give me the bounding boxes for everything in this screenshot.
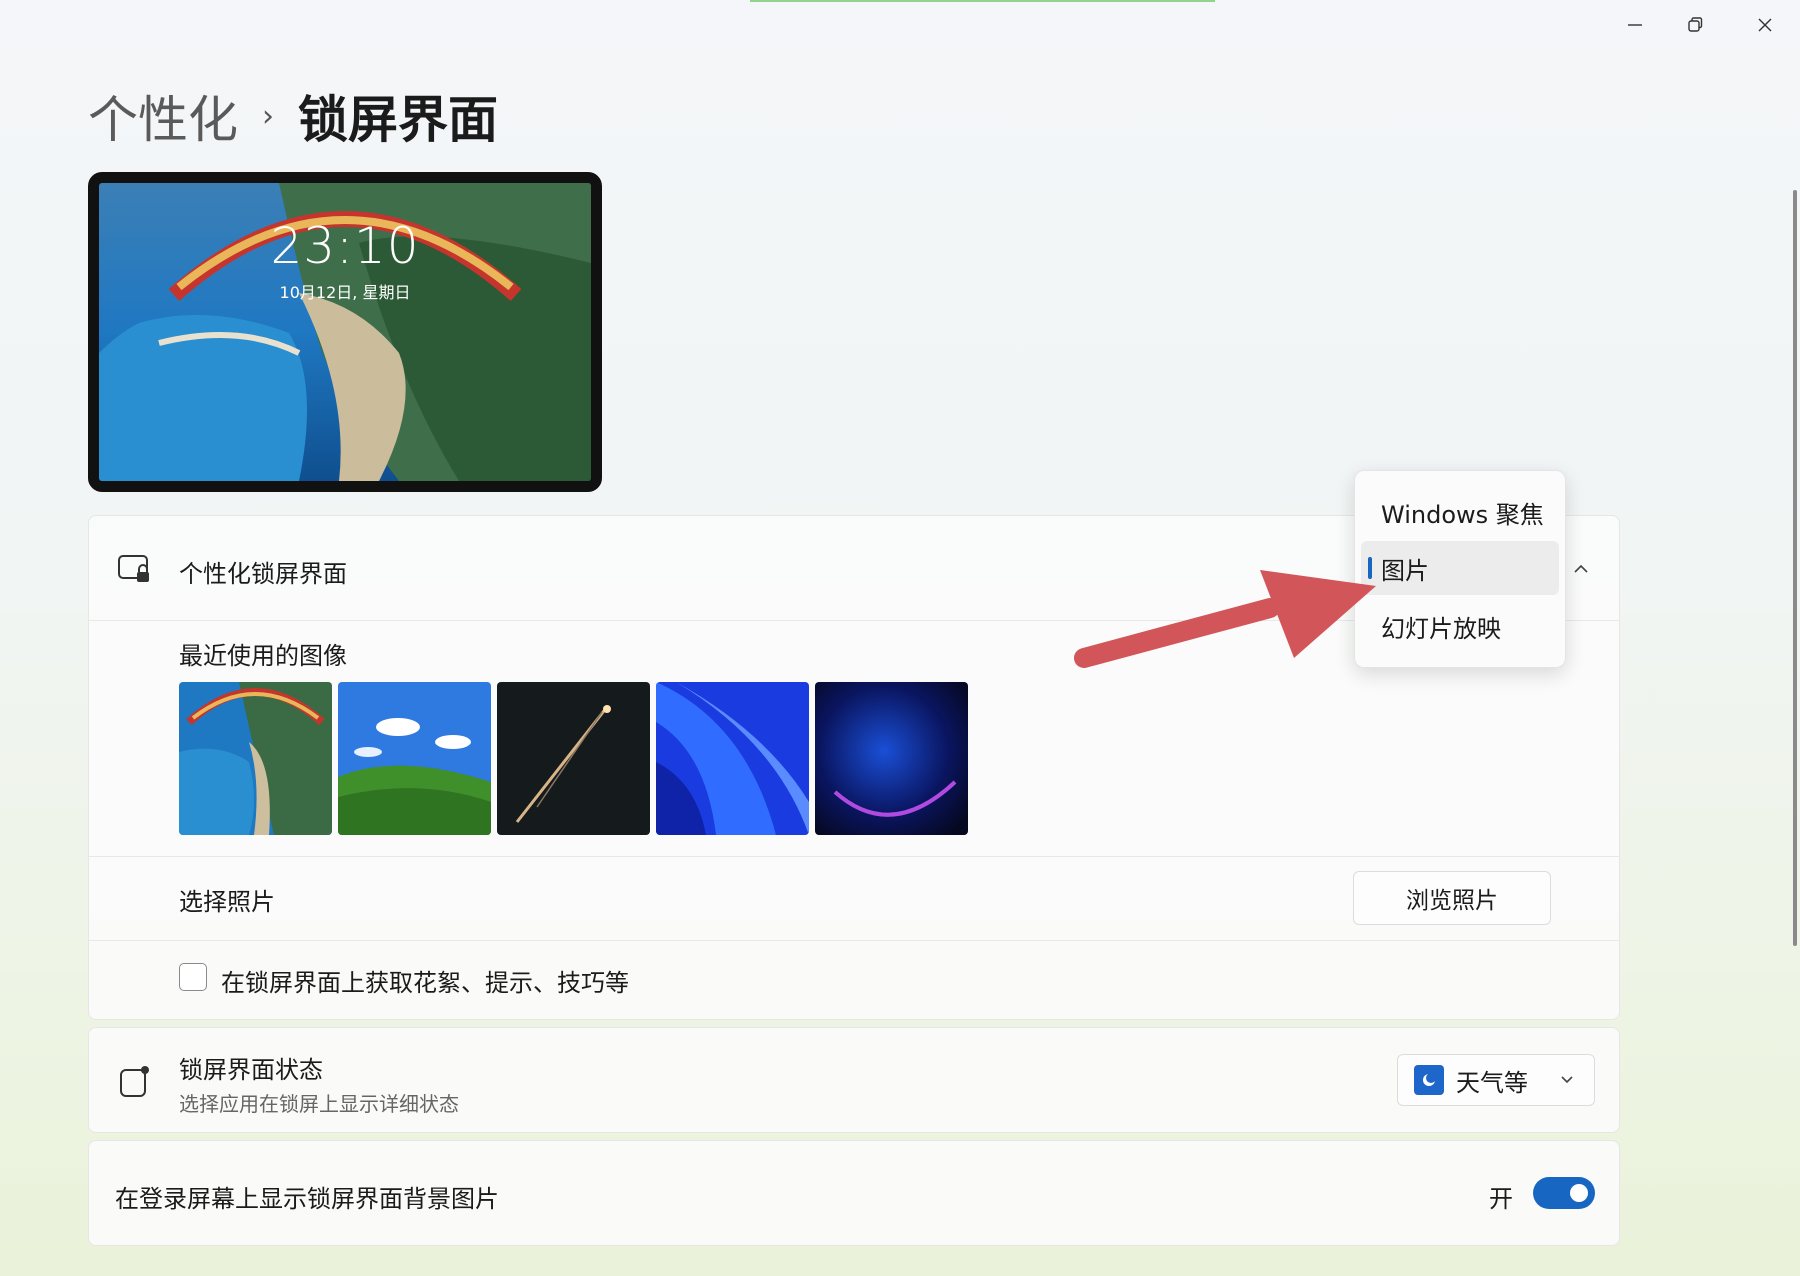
personalize-lockscreen-title: 个性化锁屏界面 xyxy=(179,560,347,588)
login-background-toggle[interactable] xyxy=(1533,1177,1595,1209)
close-button[interactable] xyxy=(1740,8,1790,42)
preview-date: 10月12日, 星期日 xyxy=(279,283,411,302)
minimize-icon xyxy=(1628,24,1642,26)
menu-item-picture-label: 图片 xyxy=(1381,556,1429,585)
lockscreen-status-title: 锁屏界面状态 xyxy=(179,1056,323,1084)
chevron-down-icon xyxy=(1561,1076,1573,1084)
recent-images-list xyxy=(179,682,968,835)
lockscreen-status-value: 天气等 xyxy=(1456,1068,1528,1097)
tips-checkbox[interactable] xyxy=(179,963,207,991)
tips-checkbox-label[interactable]: 在锁屏界面上获取花絮、提示、技巧等 xyxy=(221,963,629,998)
page-title: 锁屏界面 xyxy=(298,91,498,149)
login-background-card: 在登录屏幕上显示锁屏界面背景图片 开 xyxy=(88,1140,1620,1246)
choose-photo-row: 选择照片 浏览照片 xyxy=(89,856,1619,941)
tips-row: 在锁屏界面上获取花絮、提示、技巧等 xyxy=(89,940,1619,1020)
breadcrumb: 个性化 › 锁屏界面 xyxy=(88,80,498,152)
login-background-toggle-label: 开 xyxy=(1489,1185,1513,1213)
breadcrumb-separator: › xyxy=(262,98,274,134)
menu-item-windows-spotlight[interactable]: Windows 聚焦 xyxy=(1361,485,1559,539)
lockscreen-type-menu: Windows 聚焦 图片 幻灯片放映 xyxy=(1354,470,1566,668)
menu-item-picture[interactable]: 图片 xyxy=(1361,541,1559,595)
login-background-title: 在登录屏幕上显示锁屏界面背景图片 xyxy=(115,1185,499,1213)
close-icon xyxy=(1758,18,1772,32)
browse-photos-button[interactable]: 浏览照片 xyxy=(1353,871,1551,925)
scrollbar[interactable] xyxy=(1793,190,1797,946)
lockscreen-preview: 23:10 10月12日, 星期日 xyxy=(88,172,602,492)
thumbnail-shooting-star[interactable] xyxy=(497,682,650,835)
thumbnail-bliss-hills[interactable] xyxy=(338,682,491,835)
minimize-button[interactable] xyxy=(1610,8,1660,42)
top-accent-line xyxy=(750,0,1215,2)
choose-photo-label: 选择照片 xyxy=(179,888,275,916)
weather-icon xyxy=(1414,1065,1444,1095)
menu-item-slideshow[interactable]: 幻灯片放映 xyxy=(1361,599,1559,653)
lockscreen-status-dropdown[interactable]: 天气等 xyxy=(1397,1054,1595,1106)
restore-button[interactable] xyxy=(1670,8,1720,42)
lockscreen-status-icon xyxy=(120,1066,149,1097)
lockscreen-icon xyxy=(118,555,149,582)
recent-images-label: 最近使用的图像 xyxy=(179,642,347,670)
restore-icon xyxy=(1688,17,1703,32)
preview-time: 23:10 xyxy=(270,217,420,275)
thumbnail-win11-bloom-blue[interactable] xyxy=(656,682,809,835)
breadcrumb-parent[interactable]: 个性化 xyxy=(88,80,238,152)
toggle-knob xyxy=(1570,1184,1588,1202)
annotation-arrow-icon xyxy=(1074,570,1376,668)
thumbnail-paraglider-beach[interactable] xyxy=(179,682,332,835)
lockscreen-status-card: 锁屏界面状态 选择应用在锁屏上显示详细状态 天气等 xyxy=(88,1027,1620,1133)
chevron-up-icon[interactable] xyxy=(1570,558,1592,580)
lockscreen-status-subtitle: 选择应用在锁屏上显示详细状态 xyxy=(179,1092,459,1116)
thumbnail-win11-bloom-dark[interactable] xyxy=(815,682,968,835)
